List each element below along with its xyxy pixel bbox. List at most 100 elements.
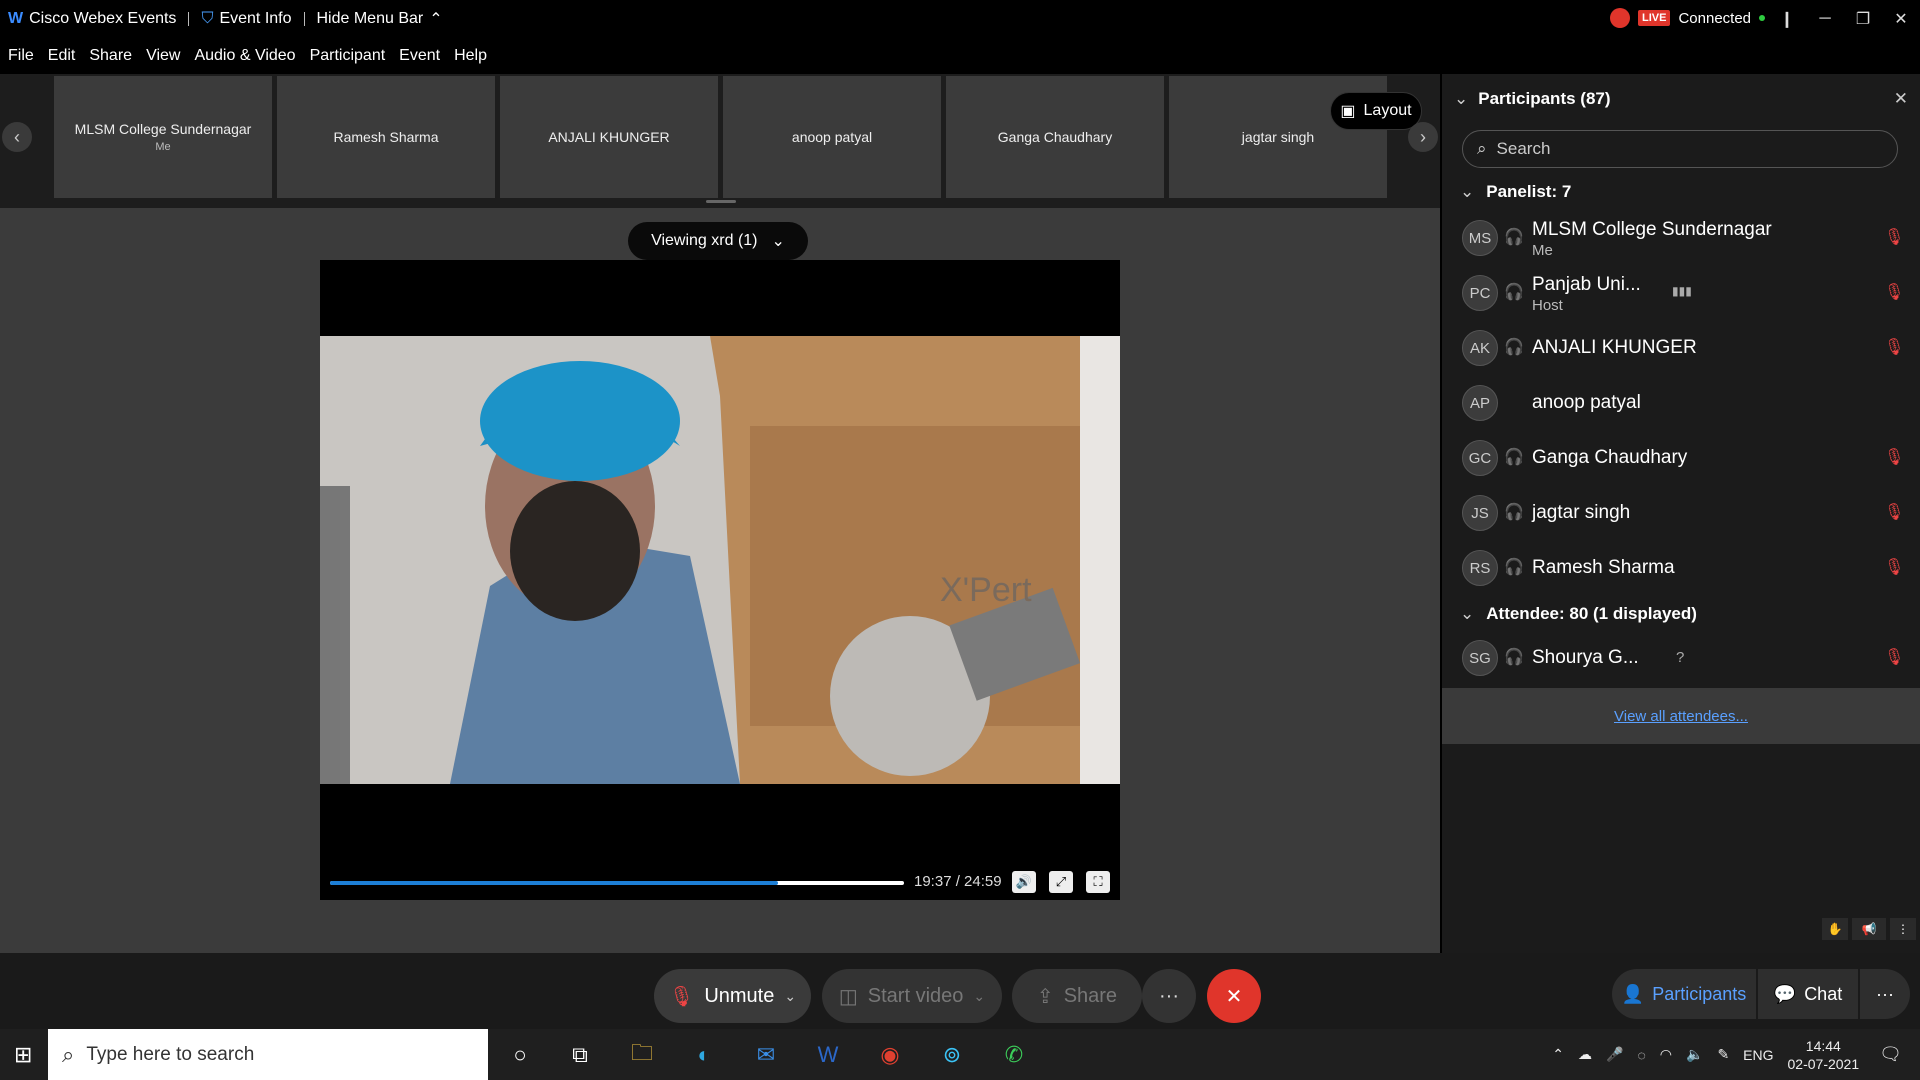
progress-bar[interactable] (330, 881, 904, 885)
viewing-dropdown[interactable]: Viewing xrd (1) ⌄ (628, 222, 808, 260)
participants-label: Participants (1652, 983, 1747, 1004)
avatar: GC (1462, 440, 1498, 476)
chevron-down-icon: ⌄ (973, 987, 986, 1004)
participant-row[interactable]: MS 🎧 MLSM College Sundernagar Me 🎙 (1442, 211, 1920, 266)
chevron-down-icon: ⌄ (784, 987, 797, 1004)
file-explorer-icon[interactable]: 🗀 (626, 1039, 658, 1071)
leave-button[interactable]: ✕ (1207, 969, 1261, 1023)
tray-chevron-icon[interactable]: ⌃ (1552, 1046, 1564, 1063)
resize-handle[interactable] (706, 200, 736, 203)
clock[interactable]: 14:44 02-07-2021 (1788, 1037, 1860, 1073)
headset-icon: 🎧 (1504, 229, 1524, 246)
more-icon[interactable]: ⋮ (1890, 918, 1916, 940)
participant-row[interactable]: AP anoop patyal (1442, 376, 1920, 431)
minimize-icon[interactable]: ─ (1806, 10, 1844, 28)
taskbar-search-input[interactable]: ⌕ Type here to search (48, 1029, 488, 1080)
participant-name: MLSM College Sundernagar (1532, 219, 1772, 240)
edge-icon[interactable]: ◐ (688, 1039, 720, 1071)
menu-share[interactable]: Share (89, 47, 132, 65)
task-view-icon[interactable]: ⧉ (564, 1039, 596, 1071)
more-panels-button[interactable]: ··· (1860, 969, 1910, 1019)
webex-logo-icon: W (8, 10, 24, 27)
megaphone-icon[interactable]: 📢 (1852, 918, 1886, 940)
participant-row[interactable]: SG 🎧 Shourya G... ? 🎙 (1442, 631, 1920, 686)
video-tile[interactable]: ANJALI KHUNGER (500, 76, 718, 198)
mail-icon[interactable]: ✉ (750, 1039, 782, 1071)
participant-name: ANJALI KHUNGER (1532, 337, 1697, 358)
volume-icon[interactable]: 🔊 (1012, 871, 1036, 893)
menu-edit[interactable]: Edit (48, 47, 76, 65)
participant-search-input[interactable]: ⌕ Search (1462, 130, 1898, 168)
participants-toggle-button[interactable]: 👤 Participants (1612, 969, 1756, 1019)
wifi-icon[interactable]: ◠ (1660, 1046, 1672, 1063)
muted-mic-icon: 🎙 (1884, 284, 1905, 301)
menu-bar: File Edit Share View Audio & Video Parti… (0, 38, 1920, 74)
avatar: MS (1462, 220, 1498, 256)
menu-file[interactable]: File (8, 47, 34, 65)
pin-icon[interactable]: ❙ (1768, 9, 1806, 29)
menu-view[interactable]: View (146, 47, 180, 65)
menu-help[interactable]: Help (454, 47, 487, 65)
chrome-icon[interactable]: ◉ (874, 1039, 906, 1071)
participant-row[interactable]: GC 🎧 Ganga Chaudhary 🎙 (1442, 431, 1920, 486)
headset-icon: 🎧 (1504, 559, 1524, 576)
event-info-button[interactable]: ⛉ Event Info (201, 10, 291, 28)
cortana-icon[interactable]: ○ (504, 1039, 536, 1071)
layout-icon: ▣ (1340, 103, 1356, 120)
network-icon[interactable]: ◌ (1637, 1047, 1645, 1063)
webex-taskbar-icon[interactable]: ⊚ (936, 1039, 968, 1071)
video-tile[interactable]: Ganga Chaudhary (946, 76, 1164, 198)
chat-toggle-button[interactable]: 💬 Chat (1758, 969, 1858, 1019)
fullscreen-icon[interactable]: ⛶ (1086, 871, 1110, 893)
menu-event[interactable]: Event (399, 47, 440, 65)
participant-role: Me (1532, 242, 1553, 259)
participant-row[interactable]: PC 🎧 Panjab Uni... Host ▮▮▮ 🎙 (1442, 266, 1920, 321)
divider (188, 12, 190, 26)
volume-icon[interactable]: 🔈 (1686, 1046, 1703, 1063)
raise-hand-icon[interactable]: ✋ (1822, 918, 1848, 940)
filmstrip-prev-button[interactable]: ‹ (2, 122, 32, 152)
attendee-section-header[interactable]: ⌄ Attendee: 80 (1 displayed) (1442, 597, 1920, 631)
participant-row[interactable]: AK 🎧 ANJALI KHUNGER 🎙 (1442, 321, 1920, 376)
view-all-attendees-link[interactable]: View all attendees... (1614, 708, 1748, 725)
avatar: AK (1462, 330, 1498, 366)
participant-name: anoop patyal (1532, 392, 1641, 413)
video-tile[interactable]: Ramesh Sharma (277, 76, 495, 198)
notification-icon[interactable]: 🗨 (1879, 1044, 1902, 1065)
whatsapp-icon[interactable]: ✆ (998, 1039, 1030, 1071)
layout-button[interactable]: ▣ Layout (1330, 92, 1422, 130)
onedrive-icon[interactable]: ☁ (1578, 1046, 1592, 1063)
chevron-down-icon: ⌄ (1460, 182, 1475, 201)
start-video-button[interactable]: ◫ Start video ⌄ (822, 969, 1002, 1023)
attendee-count: Attendee: 80 (1 displayed) (1486, 604, 1697, 623)
question-mark: ? (1676, 649, 1685, 666)
share-button[interactable]: ⇪ Share (1012, 969, 1142, 1023)
close-window-icon[interactable]: ✕ (1882, 9, 1920, 29)
participant-row[interactable]: JS 🎧 jagtar singh 🎙 (1442, 486, 1920, 541)
microphone-icon[interactable]: 🎤 (1606, 1046, 1623, 1063)
menu-participant[interactable]: Participant (310, 47, 386, 65)
chevron-down-icon: ⌄ (771, 233, 785, 250)
close-panel-icon[interactable]: ✕ (1894, 89, 1908, 109)
video-tile[interactable]: MLSM College Sundernagar Me (54, 76, 272, 198)
participant-row[interactable]: RS 🎧 Ramesh Sharma 🎙 (1442, 541, 1920, 596)
pop-out-icon[interactable]: ⤢ (1049, 871, 1073, 893)
participant-role: Host (1532, 297, 1563, 314)
menu-audio-video[interactable]: Audio & Video (194, 47, 295, 65)
panelist-section-header[interactable]: ⌄ Panelist: 7 (1442, 175, 1920, 209)
muted-mic-icon: 🎙 (668, 985, 695, 1008)
windows-start-icon[interactable]: ⊞ (14, 1042, 32, 1068)
unmute-button[interactable]: 🎙 Unmute ⌄ (654, 969, 811, 1023)
more-options-button[interactable]: ··· (1142, 969, 1196, 1023)
filmstrip-next-button[interactable]: › (1408, 122, 1438, 152)
video-tile[interactable]: anoop patyal (723, 76, 941, 198)
title-bar: W Cisco Webex Events ⛉ Event Info Hide M… (0, 0, 1920, 38)
hide-menu-bar-button[interactable]: Hide Menu Bar ⌃ (317, 9, 443, 29)
restore-icon[interactable]: ❐ (1844, 9, 1882, 29)
pen-icon[interactable]: ✎ (1717, 1046, 1729, 1063)
collapse-chevron-icon[interactable]: ⌄ (1454, 89, 1468, 109)
word-icon[interactable]: W (812, 1039, 844, 1071)
avatar: JS (1462, 495, 1498, 531)
taskbar-search-placeholder: Type here to search (86, 1043, 255, 1065)
language-indicator[interactable]: ENG (1743, 1047, 1773, 1063)
